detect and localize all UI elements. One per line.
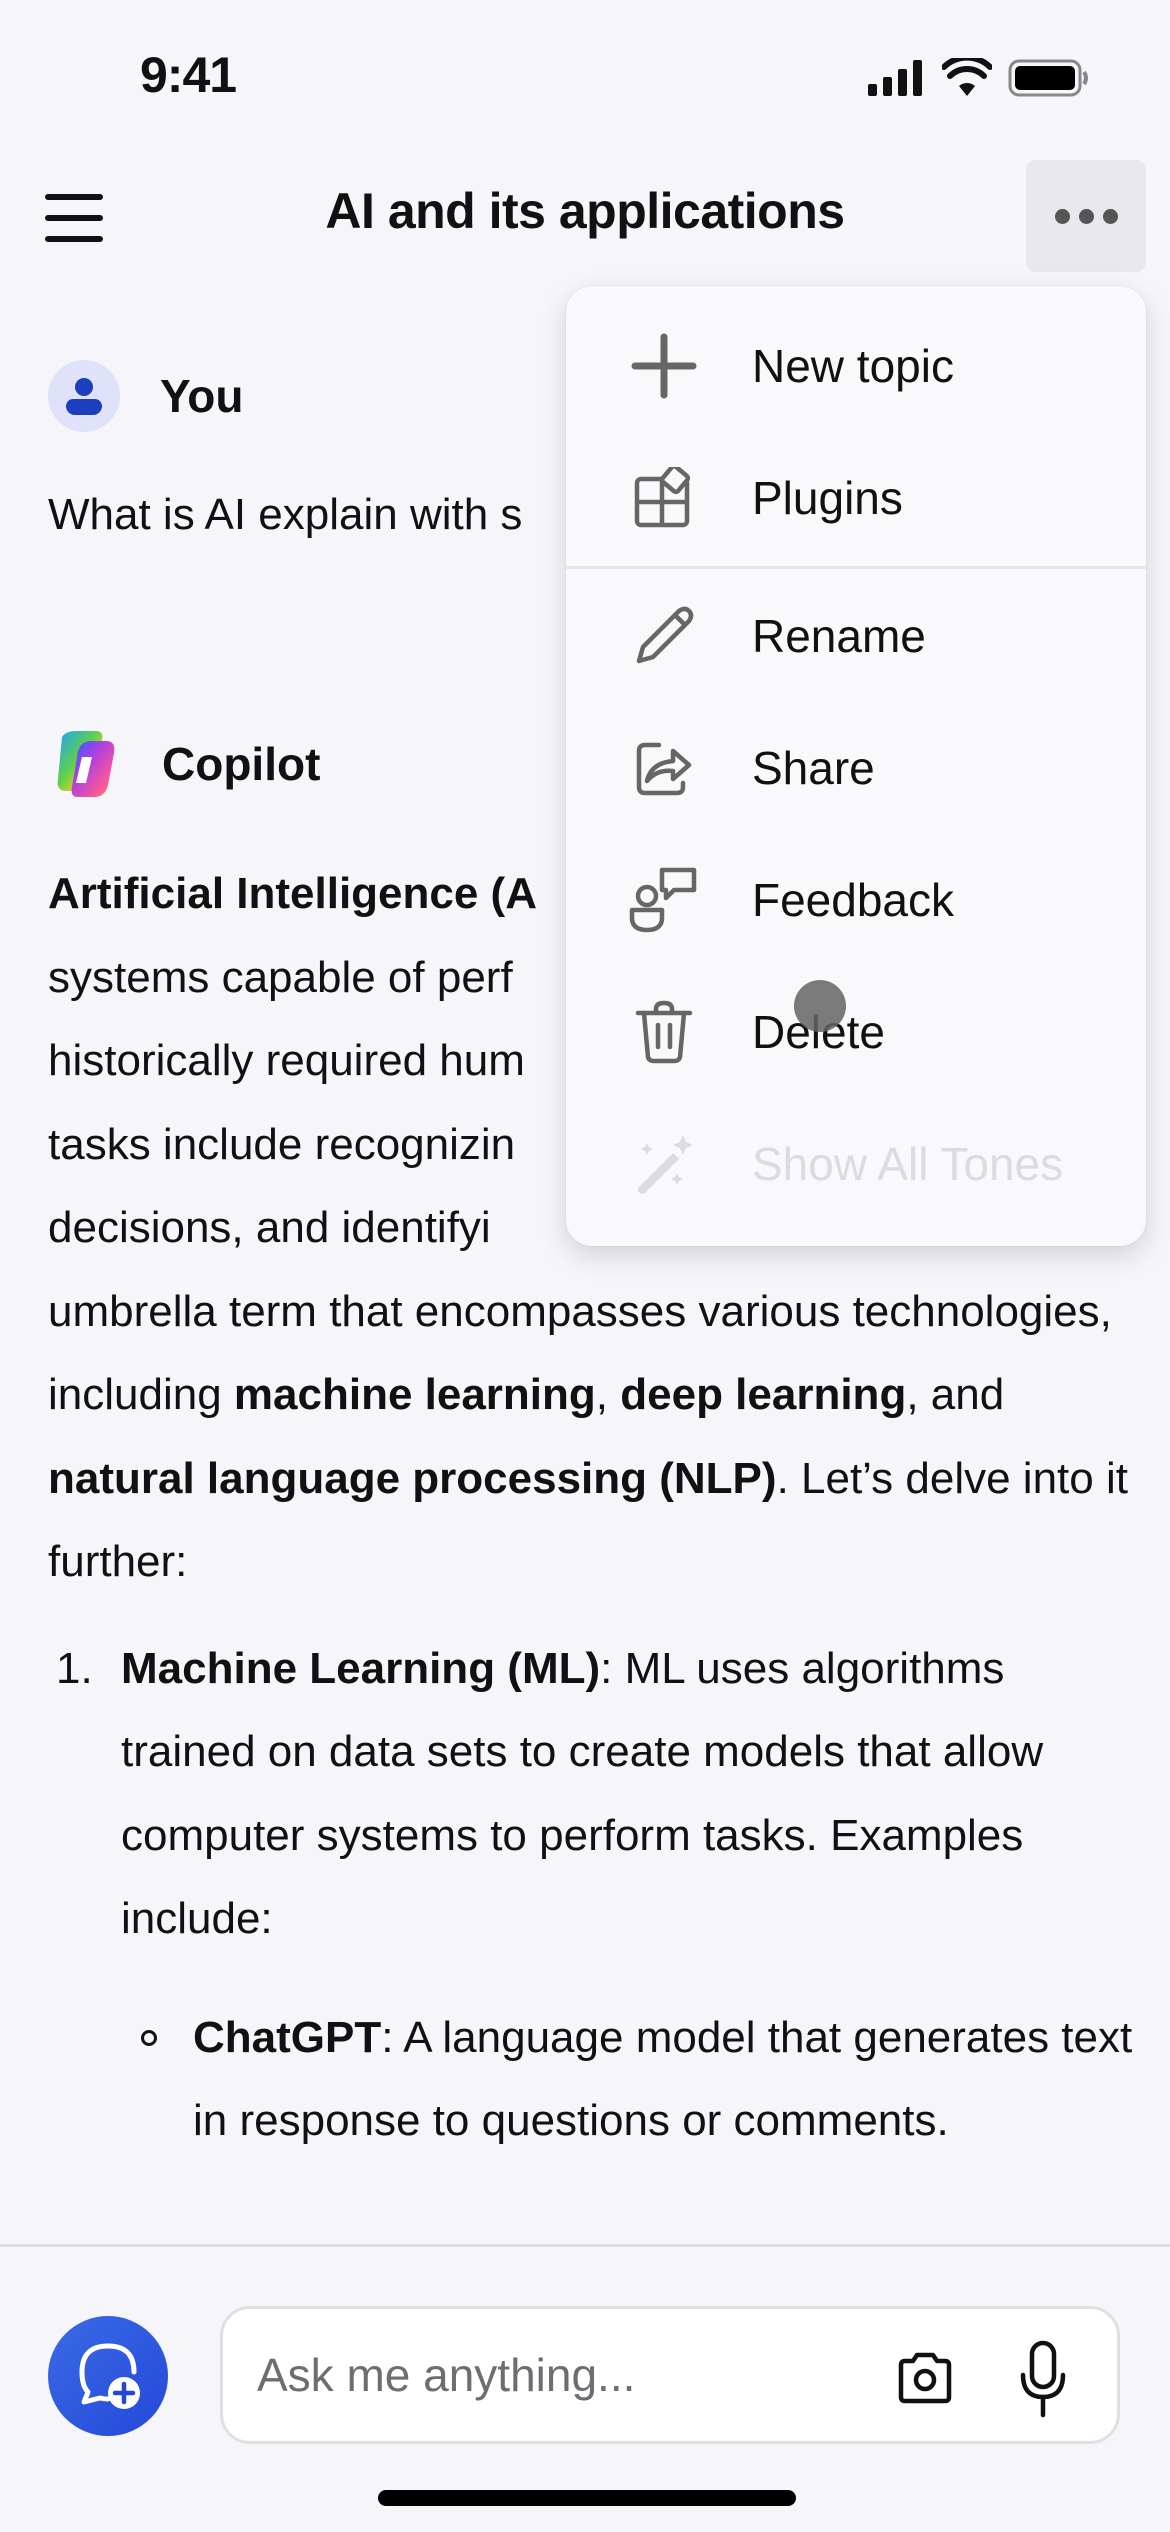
plus-icon	[628, 330, 700, 402]
menu-item-rename[interactable]: Rename	[566, 570, 1146, 702]
user-message-header: You	[48, 360, 243, 432]
magic-wand-icon	[628, 1128, 700, 1200]
menu-item-label: Share	[752, 742, 875, 794]
feedback-icon	[628, 864, 700, 936]
microphone-button[interactable]	[1013, 2339, 1073, 2419]
assistant-message-header: Copilot	[48, 727, 320, 801]
bullet-list-item: ChatGPT: A language model that generates…	[48, 1996, 1138, 2163]
user-avatar-icon	[48, 360, 120, 432]
numbered-list-item: 1. Machine Learning (ML): ML uses algori…	[48, 1627, 1138, 1961]
camera-button[interactable]	[895, 2347, 955, 2407]
user-name: You	[160, 370, 244, 422]
wifi-icon	[942, 58, 992, 96]
menu-item-delete[interactable]: Delete	[566, 966, 1146, 1098]
menu-item-label: Feedback	[752, 874, 955, 926]
home-indicator	[378, 2490, 796, 2506]
copilot-logo-icon	[57, 731, 115, 797]
new-chat-icon	[79, 2343, 140, 2409]
cellular-signal-icon	[868, 60, 922, 96]
battery-icon	[1008, 59, 1088, 97]
menu-divider	[566, 566, 1146, 569]
menu-item-share[interactable]: Share	[566, 702, 1146, 834]
ask-input[interactable]	[257, 2339, 857, 2411]
status-icons	[866, 58, 1090, 98]
menu-item-label: Rename	[752, 610, 926, 662]
user-message: What is AI explain with s	[48, 490, 523, 539]
composer-input-container	[220, 2306, 1120, 2444]
menu-item-show-all-tones: Show All Tones	[566, 1098, 1146, 1230]
trash-icon	[628, 996, 700, 1068]
composer-divider	[0, 2244, 1170, 2247]
ellipsis-icon	[1054, 208, 1070, 224]
conversation-title: AI and its applications	[325, 183, 845, 239]
more-options-button[interactable]	[1026, 160, 1146, 272]
bullet-item-title: ChatGPT	[193, 2012, 382, 2062]
menu-item-feedback[interactable]: Feedback	[566, 834, 1146, 966]
pencil-icon	[628, 600, 700, 672]
status-time: 9:41	[140, 47, 237, 103]
menu-item-label: Plugins	[752, 472, 903, 524]
bullet-icon	[141, 2029, 157, 2046]
touch-indicator	[794, 980, 846, 1032]
plugins-icon	[628, 462, 700, 534]
response-paragraph: umbrella term that encompasses various t…	[48, 1286, 1128, 1587]
list-number: 1.	[56, 1643, 93, 1693]
nav-bar: AI and its applications	[0, 160, 1170, 272]
camera-icon	[898, 2352, 952, 2404]
microphone-icon	[1020, 2340, 1066, 2418]
list-item-title: Machine Learning (ML)	[121, 1643, 601, 1693]
assistant-name: Copilot	[162, 738, 321, 790]
status-bar: 9:41	[0, 0, 1170, 150]
menu-item-label: New topic	[752, 340, 954, 392]
new-chat-button[interactable]	[48, 2316, 168, 2436]
menu-item-new-topic[interactable]: New topic	[566, 300, 1146, 432]
menu-item-label: Show All Tones	[752, 1138, 1064, 1190]
options-dropdown-menu: New topic Plugins Rename Share Feedback …	[566, 286, 1146, 1246]
share-icon	[628, 732, 700, 804]
menu-item-plugins[interactable]: Plugins	[566, 432, 1146, 564]
